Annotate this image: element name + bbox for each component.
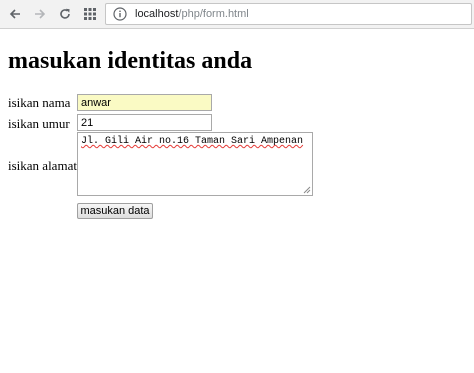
address-textarea[interactable]: Jl. Gili Air no.16 Taman Sari Ampenan <box>77 132 313 196</box>
apps-button[interactable] <box>81 5 99 23</box>
forward-button[interactable] <box>31 5 49 23</box>
back-arrow-icon <box>9 9 20 19</box>
age-input[interactable] <box>77 114 212 131</box>
back-button[interactable] <box>6 5 24 23</box>
address-bar[interactable]: localhost/php/form.html <box>105 3 472 25</box>
url-host: localhost <box>135 8 179 20</box>
browser-toolbar: localhost/php/form.html <box>0 0 474 29</box>
age-label: isikan umur <box>8 116 70 131</box>
page-info-icon[interactable] <box>113 7 127 21</box>
name-label: isikan nama <box>8 95 71 110</box>
reload-button[interactable] <box>56 5 74 23</box>
forward-arrow-icon <box>35 9 46 19</box>
url-text: localhost/php/form.html <box>135 7 249 21</box>
page-title: masukan identitas anda <box>8 48 253 74</box>
submit-button[interactable]: masukan data <box>77 203 153 219</box>
resize-grip-icon[interactable] <box>303 186 311 194</box>
address-label: isikan alamat <box>8 158 77 173</box>
name-input[interactable] <box>77 94 212 111</box>
apps-grid-icon <box>84 8 96 20</box>
reload-icon <box>60 8 70 19</box>
url-path: /php/form.html <box>178 8 249 20</box>
